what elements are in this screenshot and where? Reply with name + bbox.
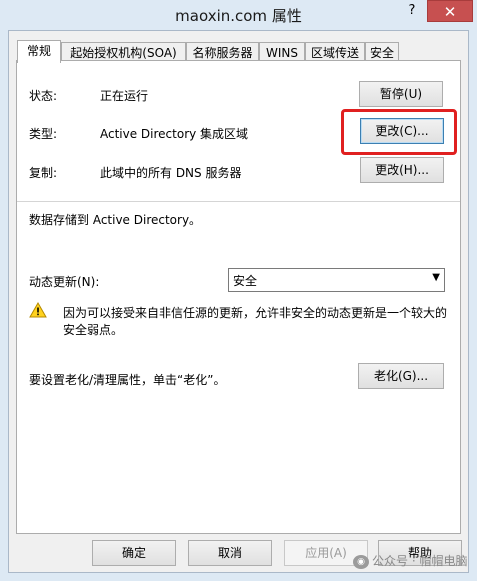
change-replication-button-label: 更改(H)...: [375, 163, 429, 177]
status-value: 正在运行: [100, 89, 149, 103]
dynamic-update-value: 安全: [233, 274, 258, 288]
highlight-box: [341, 109, 457, 155]
aging-button[interactable]: 老化(G)...: [358, 363, 444, 389]
apply-button-label: 应用(A): [305, 546, 347, 560]
ok-button-label: 确定: [121, 546, 146, 560]
cancel-button-label: 取消: [217, 546, 242, 560]
chevron-down-icon: ▼: [432, 272, 440, 283]
title-bar: maoxin.com 属性 ? ✕: [0, 0, 477, 30]
aging-button-label: 老化(G)...: [373, 369, 429, 383]
pause-button-label: 暂停(U): [379, 87, 423, 101]
type-label: 类型:: [29, 127, 58, 141]
watermark: ◉ 公众号 · 帽帽电脑: [353, 552, 467, 569]
close-icon[interactable]: ✕: [427, 0, 473, 22]
tab-soa[interactable]: 起始授权机构(SOA): [61, 42, 186, 62]
dynamic-update-label: 动态更新(N):: [29, 275, 100, 289]
wechat-icon: ◉: [353, 554, 369, 569]
replication-value: 此域中的所有 DNS 服务器: [100, 166, 242, 180]
change-replication-button[interactable]: 更改(H)...: [360, 157, 444, 183]
ok-button[interactable]: 确定: [92, 540, 176, 566]
tab-name-servers[interactable]: 名称服务器: [186, 42, 259, 62]
divider: [17, 201, 460, 202]
cancel-button[interactable]: 取消: [188, 540, 272, 566]
status-label: 状态:: [29, 89, 58, 103]
aging-text: 要设置老化/清理属性，单击“老化”。: [29, 373, 226, 387]
replication-label: 复制:: [29, 166, 58, 180]
warning-icon: [29, 302, 47, 318]
tab-wins[interactable]: WINS: [259, 42, 305, 62]
type-value: Active Directory 集成区域: [100, 127, 249, 141]
tab-zone-transfers[interactable]: 区域传送: [305, 42, 365, 62]
dynamic-update-select[interactable]: 安全 ▼: [228, 268, 445, 292]
tab-general[interactable]: 常规: [17, 40, 61, 63]
storage-text: 数据存储到 Active Directory。: [29, 213, 202, 227]
watermark-text: 公众号 · 帽帽电脑: [372, 554, 468, 568]
warning-text-line2: 安全弱点。: [63, 323, 124, 337]
tab-security[interactable]: 安全: [365, 42, 399, 62]
help-icon[interactable]: ?: [398, 0, 426, 22]
warning-text-line1: 因为可以接受来自非信任源的更新，允许非安全的动态更新是一个较大的: [63, 306, 448, 320]
pause-button[interactable]: 暂停(U): [359, 81, 443, 107]
